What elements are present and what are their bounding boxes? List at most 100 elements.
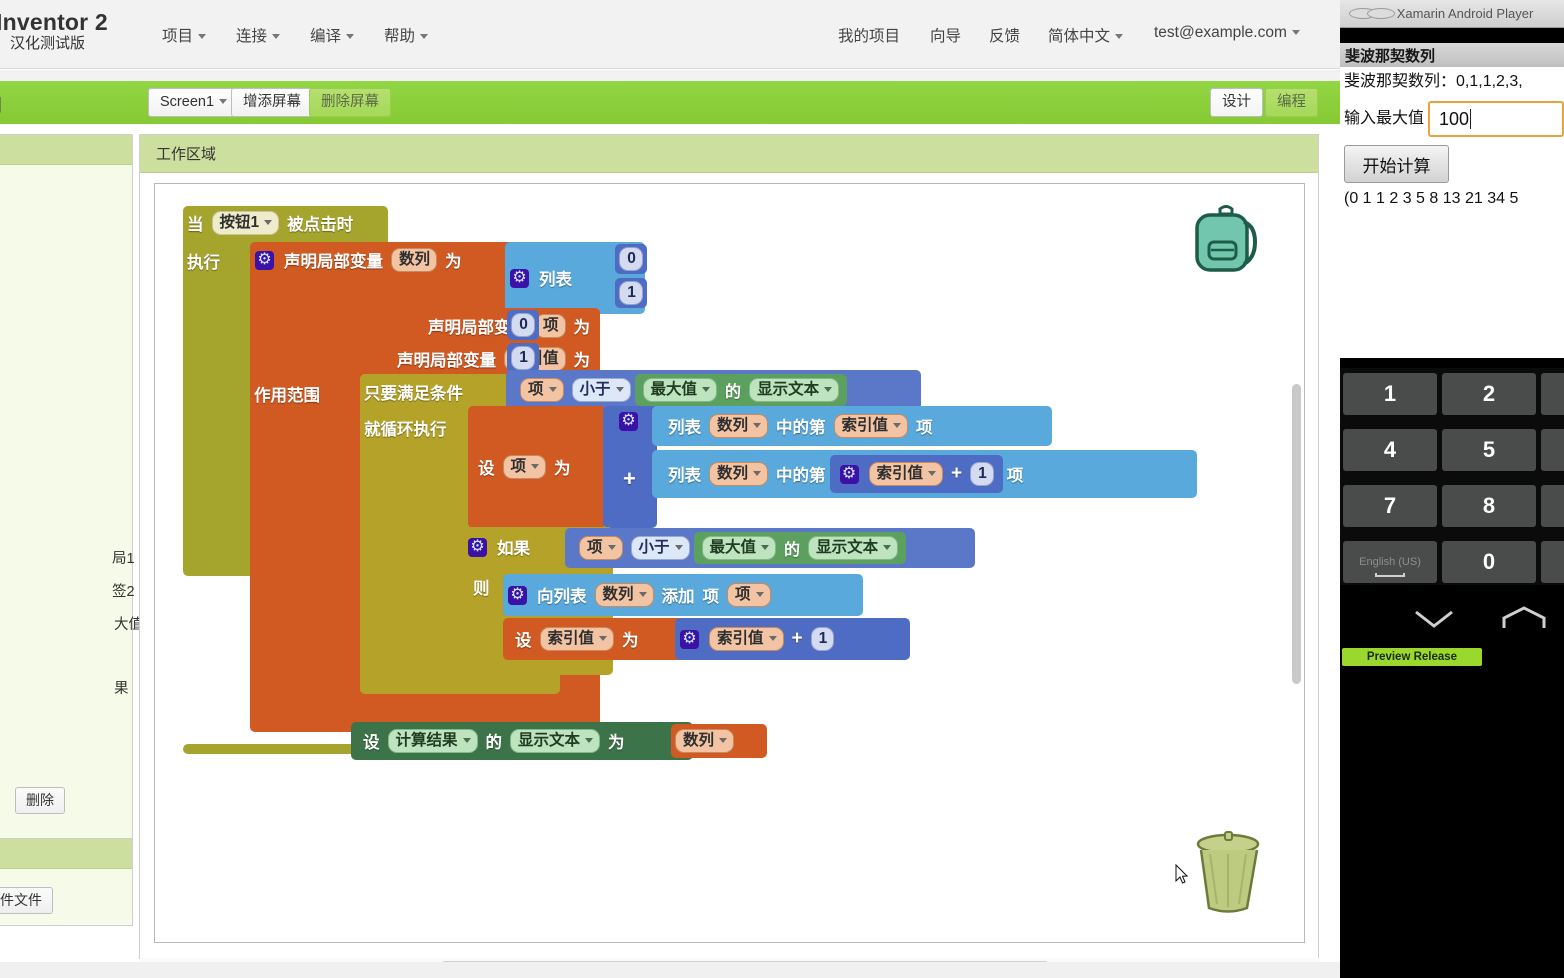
menu-projects[interactable]: 项目 <box>162 24 207 46</box>
while-comparison-block[interactable]: 项 小于 最大值 的 显示文本 <box>506 370 921 410</box>
list-name-dropdown[interactable]: 数列 <box>709 413 769 439</box>
event-block-header[interactable]: 当 按钮1 被点击时 <box>183 206 386 240</box>
chevron-down-icon <box>638 592 647 597</box>
as-label: 为 <box>573 319 591 337</box>
key-1[interactable]: 1 <box>1343 373 1437 415</box>
home-icon[interactable] <box>1501 606 1547 630</box>
mutator-gear-icon[interactable] <box>468 536 487 557</box>
key-extra[interactable] <box>1541 541 1564 583</box>
addend-number[interactable]: 1 <box>810 626 835 652</box>
chevron-down-icon[interactable] <box>1412 608 1456 630</box>
nav-feedback[interactable]: 反馈 <box>989 24 1020 46</box>
chevron-down-icon <box>893 423 902 428</box>
event-component-dropdown[interactable]: 按钮1 <box>211 210 280 236</box>
remove-screen-button[interactable]: 删除屏幕 <box>309 88 391 117</box>
append-list-dropdown[interactable]: 数列 <box>594 582 654 608</box>
set-index-var-dropdown[interactable]: 索引值 <box>539 626 615 652</box>
index-dropdown[interactable]: 索引值 <box>868 461 944 487</box>
key-8[interactable]: 8 <box>1442 485 1536 527</box>
nav-account[interactable]: test@example.com <box>1154 24 1300 42</box>
number-value[interactable]: 0 <box>619 246 643 272</box>
key-7[interactable]: 7 <box>1343 485 1437 527</box>
delete-button[interactable]: 删除 <box>15 787 65 814</box>
mutator-gear-icon[interactable] <box>619 410 638 431</box>
set-result-block[interactable]: 设 计算结果 的 显示文本 为 <box>351 722 693 760</box>
android-soft-keyboard[interactable]: 1 2 4 5 7 8 English (US) 0 <box>1340 368 1564 585</box>
upload-file-button[interactable]: 件文件 <box>0 887 53 914</box>
index-dropdown[interactable]: 索引值 <box>833 413 909 439</box>
append-to-list-block[interactable]: 向列表 数列 添加 项 项 <box>503 574 863 616</box>
number-value[interactable]: 1 <box>619 280 643 306</box>
if-component-dropdown[interactable]: 最大值 <box>701 535 777 561</box>
menu-build[interactable]: 编译 <box>310 24 355 46</box>
local-var-name-item[interactable]: 项 <box>534 313 566 339</box>
mutator-gear-icon[interactable] <box>510 267 529 288</box>
number-value[interactable]: 1 <box>511 345 535 371</box>
designer-tab[interactable]: 设计 <box>1210 88 1263 117</box>
while-getter-block[interactable]: 最大值 的 显示文本 <box>634 374 848 406</box>
index-of-label: 中的第 <box>776 419 826 437</box>
while-operator-dropdown[interactable]: 小于 <box>571 377 631 403</box>
list-item-1-number[interactable]: 1 <box>615 278 647 308</box>
index-increment-block[interactable]: 索引值 + 1 <box>675 618 910 660</box>
while-component-dropdown[interactable]: 最大值 <box>642 377 718 403</box>
mutator-gear-icon[interactable] <box>680 628 699 649</box>
result-value-getter[interactable]: 数列 <box>671 724 767 758</box>
if-comparison-block[interactable]: 项 小于 最大值 的 显示文本 <box>565 528 975 568</box>
start-calculation-button[interactable]: 开始计算 <box>1344 145 1449 183</box>
backpack-icon[interactable] <box>1186 200 1266 280</box>
key-9[interactable] <box>1541 485 1564 527</box>
while-property-dropdown[interactable]: 显示文本 <box>749 377 840 403</box>
mutator-gear-icon[interactable] <box>839 463 859 484</box>
set-item-var-dropdown[interactable]: 项 <box>502 454 547 480</box>
number-value[interactable]: 0 <box>511 312 535 338</box>
append-item-dropdown[interactable]: 项 <box>727 582 771 608</box>
menu-connect[interactable]: 连接 <box>236 24 281 46</box>
while-left-operand[interactable]: 项 <box>520 377 564 403</box>
key-5[interactable]: 5 <box>1442 429 1536 471</box>
if-getter-block[interactable]: 最大值 的 显示文本 <box>693 532 907 564</box>
add-screen-button[interactable]: 增添屏幕 <box>231 88 313 117</box>
mutator-gear-icon[interactable] <box>508 584 527 605</box>
screen-selector[interactable]: Screen1 <box>148 88 240 117</box>
key-2[interactable]: 2 <box>1442 373 1536 415</box>
addend-number[interactable]: 1 <box>970 461 994 487</box>
result-component-dropdown[interactable]: 计算结果 <box>387 728 478 754</box>
menu-help[interactable]: 帮助 <box>384 24 429 46</box>
item-init-number[interactable]: 0 <box>507 310 539 340</box>
chevron-down-icon <box>462 738 471 743</box>
index-operand-dropdown[interactable]: 索引值 <box>709 626 784 652</box>
result-value-dropdown[interactable]: 数列 <box>675 728 735 754</box>
if-left-operand[interactable]: 项 <box>579 535 623 561</box>
index-plus-one-block[interactable]: 索引值 + 1 <box>829 455 1003 493</box>
select-list-item-block-b[interactable]: 列表 数列 中的第 索引值 + 1 项 <box>652 450 1197 498</box>
window-minimize-button[interactable] <box>1367 8 1395 19</box>
list-name-dropdown[interactable]: 数列 <box>709 461 769 487</box>
list-item-0-number[interactable]: 0 <box>615 244 647 274</box>
select-list-item-block-a[interactable]: 列表 数列 中的第 索引值 项 <box>652 406 1052 446</box>
if-property-dropdown[interactable]: 显示文本 <box>808 535 899 561</box>
local-var-name-list[interactable]: 数列 <box>391 247 438 273</box>
max-value-input[interactable]: 100 <box>1428 101 1564 137</box>
key-3[interactable] <box>1541 373 1564 415</box>
key-6[interactable] <box>1541 429 1564 471</box>
index-init-number[interactable]: 1 <box>507 343 539 373</box>
addition-block[interactable]: + <box>603 406 657 528</box>
blocks-tab[interactable]: 编程 <box>1265 88 1318 117</box>
canvas-vertical-scrollbar[interactable] <box>1292 384 1301 684</box>
nav-language[interactable]: 简体中文 <box>1048 24 1124 46</box>
while-condition-row[interactable]: 只要满足条件 <box>360 374 520 410</box>
set-item-block[interactable]: 设 项 为 <box>468 406 606 528</box>
blocks-canvas[interactable]: 当 按钮1 被点击时 执行 声明局部变量 数列 为 列表 0 1 <box>154 183 1305 943</box>
key-4[interactable]: 4 <box>1343 429 1437 471</box>
nav-my-projects[interactable]: 我的项目 <box>838 24 900 46</box>
key-space[interactable]: English (US) <box>1343 541 1437 583</box>
result-property-dropdown[interactable]: 显示文本 <box>510 728 601 754</box>
local-var-item-row[interactable]: 声明局部变量 项 为 <box>250 308 600 344</box>
key-0[interactable]: 0 <box>1442 541 1536 583</box>
event-name-label: 被点击时 <box>287 216 354 234</box>
nav-guide[interactable]: 向导 <box>930 24 961 46</box>
trash-can-icon[interactable] <box>1192 828 1264 914</box>
mutator-gear-icon[interactable] <box>255 249 274 270</box>
if-operator-dropdown[interactable]: 小于 <box>630 535 690 561</box>
